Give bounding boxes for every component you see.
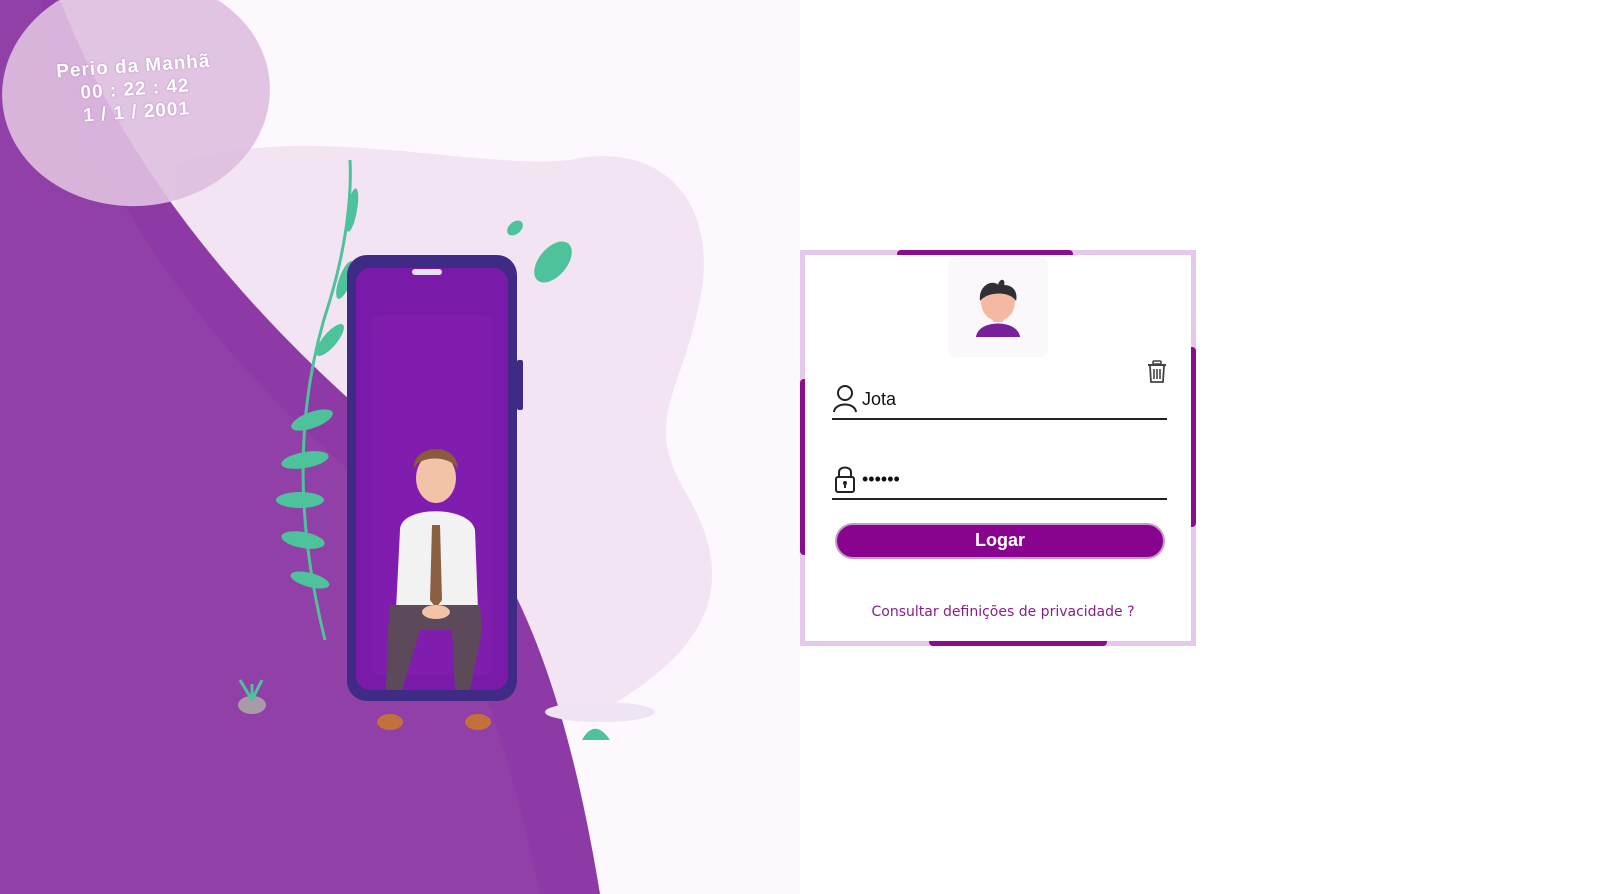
card-accent-right [1191, 347, 1196, 527]
login-button[interactable]: Logar [835, 523, 1165, 559]
lock-icon [832, 464, 858, 494]
username-input[interactable] [862, 384, 1162, 414]
card-accent-left [800, 379, 805, 555]
password-input[interactable] [862, 464, 1162, 494]
trash-icon[interactable] [1146, 360, 1168, 384]
clock-display: Perio da Manhã 00 : 22 : 42 1 / 1 / 2001 [28, 48, 242, 131]
user-icon [832, 384, 858, 414]
card-accent-top [897, 250, 1073, 255]
login-card: Logar Consultar definições de privacidad… [800, 250, 1196, 646]
user-avatar-icon [948, 257, 1048, 357]
login-page: Perio da Manhã 00 : 22 : 42 1 / 1 / 2001 [0, 0, 1599, 894]
password-field [832, 462, 1167, 500]
username-field [832, 382, 1167, 420]
privacy-settings-link[interactable]: Consultar definições de privacidade ? [805, 604, 1201, 620]
card-accent-bottom [929, 641, 1107, 646]
